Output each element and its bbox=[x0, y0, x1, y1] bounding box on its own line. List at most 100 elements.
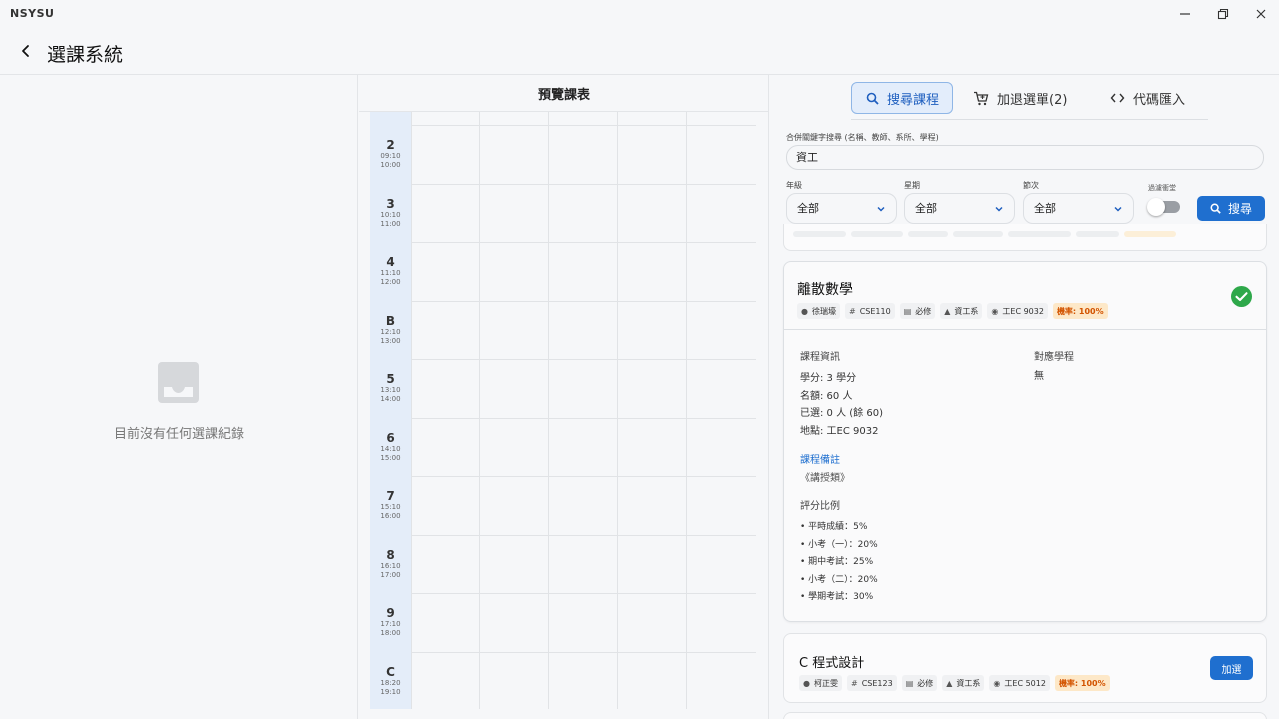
course-note-heading: 課程備註 bbox=[800, 455, 840, 466]
weekday-select[interactable]: 全部 bbox=[904, 193, 1015, 224]
timetable-column-line bbox=[686, 112, 687, 709]
period-code: C bbox=[386, 664, 395, 679]
program-heading: 對應學程 bbox=[1034, 352, 1074, 363]
timetable-row-line bbox=[411, 476, 756, 477]
period-label: 7 15:10 16:00 bbox=[370, 476, 411, 534]
type-chip: ▤ 必修 bbox=[899, 303, 936, 319]
tab-cart-label: 加退選單(2) bbox=[997, 92, 1068, 108]
period-label: 2 09:10 10:00 bbox=[370, 125, 411, 183]
toggle-knob bbox=[1147, 198, 1165, 216]
search-icon bbox=[1210, 203, 1221, 214]
period-end-time: 13:00 bbox=[380, 336, 401, 345]
period-start-time: 13:10 bbox=[380, 386, 401, 394]
course-meta: ● 徐瑞壕 # CSE110 ▤ 必修 ▲ 資工系 ◉ 工EC 9032 機率: 100% bbox=[797, 303, 1108, 319]
page-title: 選課系統 bbox=[47, 44, 124, 66]
keyword-input[interactable]: 資工 bbox=[786, 145, 1264, 170]
period-label: 節次 bbox=[1023, 181, 1039, 190]
period-code: 5 bbox=[386, 372, 395, 386]
timetable-title: 預覽課表 bbox=[359, 75, 769, 112]
course-name: C 程式設計 bbox=[799, 656, 865, 671]
period-code: 7 bbox=[386, 489, 395, 503]
empty-history-text: 目前沒有任何選課紀錄 bbox=[113, 427, 244, 442]
clipboard-icon: ▤ bbox=[903, 306, 912, 316]
period-label: B 12:10 13:00 bbox=[370, 301, 411, 359]
hash-icon: # bbox=[850, 678, 858, 688]
dept-chip: ▲ 資工系 bbox=[940, 303, 983, 319]
keyword-label: 合併關鍵字搜尋 (名稱、教師、系所、學程) bbox=[786, 133, 939, 142]
timetable-row-line bbox=[411, 651, 756, 653]
course-card[interactable] bbox=[783, 224, 1267, 251]
period-end-time: 11:00 bbox=[380, 219, 401, 228]
weekday-label: 星期 bbox=[904, 181, 920, 190]
period-label: 6 14:10 15:00 bbox=[370, 418, 411, 476]
conflict-filter-toggle[interactable] bbox=[1147, 198, 1180, 216]
tab-code-import[interactable]: 代碼匯入 bbox=[1110, 82, 1190, 114]
minimize-button[interactable] bbox=[1173, 3, 1197, 25]
tab-search-courses[interactable]: 搜尋課程 bbox=[851, 82, 953, 114]
period-code: 3 bbox=[386, 196, 395, 211]
timetable-row-line bbox=[411, 359, 756, 360]
period-start-time: 15:10 bbox=[380, 503, 401, 511]
restore-button[interactable] bbox=[1211, 3, 1235, 25]
hash-icon: # bbox=[848, 306, 856, 316]
course-meta: ● 柯正雯 # CSE123 ▤ 必修 ▲ 資工系 ◉ 工EC 5012 機率: 100% bbox=[799, 675, 1110, 691]
close-button[interactable] bbox=[1249, 3, 1273, 25]
card-divider bbox=[784, 329, 1266, 330]
grading-item: • 小考（一）：20% bbox=[800, 540, 878, 550]
add-course-button[interactable]: 加選 bbox=[1210, 656, 1253, 680]
period-code: 9 bbox=[386, 606, 395, 620]
period-value: 全部 bbox=[1034, 202, 1056, 215]
course-chip bbox=[1124, 231, 1176, 237]
period-start-time: 16:10 bbox=[380, 561, 401, 570]
course-chip bbox=[1076, 231, 1119, 237]
timetable-column-line bbox=[479, 112, 480, 709]
period-end-time: 19:10 bbox=[380, 687, 401, 696]
course-chip bbox=[908, 231, 948, 237]
period-code: 2 bbox=[386, 138, 395, 152]
timetable-grid: 2 09:10 10:00 3 10:10 11:00 4 11:10 12:00 B 12:10 1… bbox=[370, 112, 756, 709]
timetable-row-line bbox=[411, 125, 756, 126]
course-chip bbox=[953, 231, 1003, 237]
grading-item: • 期中考試：25% bbox=[800, 557, 874, 567]
grade-label: 年級 bbox=[786, 181, 802, 190]
course-chip bbox=[851, 231, 903, 237]
back-arrow-icon bbox=[22, 45, 29, 57]
course-card[interactable] bbox=[783, 712, 1267, 719]
rate-chip: 機率: 100% bbox=[1054, 675, 1110, 691]
check-circle-icon bbox=[1231, 286, 1252, 307]
period-start-time: 12:10 bbox=[380, 327, 401, 336]
course-card-expanded[interactable]: 離散數學 ● 徐瑞壕 # CSE110 ▤ 必修 ▲ 資工系 ◉ 工EC 9032 機率:… bbox=[783, 261, 1267, 622]
type-chip: ▤ 必修 bbox=[901, 675, 938, 691]
period-code: 4 bbox=[386, 255, 395, 269]
search-button-label: 搜尋 bbox=[1227, 202, 1252, 216]
timetable-column-line bbox=[548, 112, 549, 709]
timetable-row-line bbox=[411, 534, 756, 536]
back-button[interactable] bbox=[14, 39, 38, 63]
period-label: 9 17:10 18:00 bbox=[370, 593, 411, 651]
period-end-time: 10:00 bbox=[380, 161, 401, 169]
search-button[interactable]: 搜尋 bbox=[1197, 196, 1265, 221]
period-select[interactable]: 全部 bbox=[1023, 193, 1134, 224]
cart-icon bbox=[973, 91, 989, 106]
period-code: 8 bbox=[386, 547, 395, 562]
grading-item: • 小考（二）：20% bbox=[800, 575, 878, 585]
person-icon: ● bbox=[803, 678, 810, 688]
period-end-time: 15:00 bbox=[380, 453, 401, 462]
tab-cart[interactable]: 加退選單(2) bbox=[973, 82, 1083, 114]
teacher-chip: ● 徐瑞壕 bbox=[797, 303, 840, 319]
course-card[interactable]: C 程式設計 ● 柯正雯 # CSE123 ▤ 必修 ▲ 資工系 ◉ 工EC 5012 機… bbox=[783, 633, 1267, 703]
location-text: 地點: 工EC 9032 bbox=[800, 426, 879, 437]
period-label: 3 10:10 11:00 bbox=[370, 184, 411, 242]
location-pin-icon: ◉ bbox=[993, 678, 1001, 688]
tab-search-label: 搜尋課程 bbox=[887, 92, 940, 108]
restore-icon bbox=[1217, 8, 1229, 20]
credits-text: 學分: 3 學分 bbox=[800, 373, 857, 384]
course-search-panel: 搜尋課程 加退選單(2) 代碼匯入 合併關鍵字搜尋 (名稱、教師、系所、學程) … bbox=[770, 75, 1279, 719]
timetable-row-line bbox=[411, 300, 756, 302]
chevron-down-icon bbox=[995, 206, 1003, 212]
timetable-column-line bbox=[617, 112, 618, 709]
tabs-divider bbox=[851, 119, 1208, 120]
inbox-icon bbox=[158, 362, 199, 403]
room-chip: ◉ 工EC 5012 bbox=[989, 675, 1050, 691]
grade-select[interactable]: 全部 bbox=[786, 193, 897, 224]
